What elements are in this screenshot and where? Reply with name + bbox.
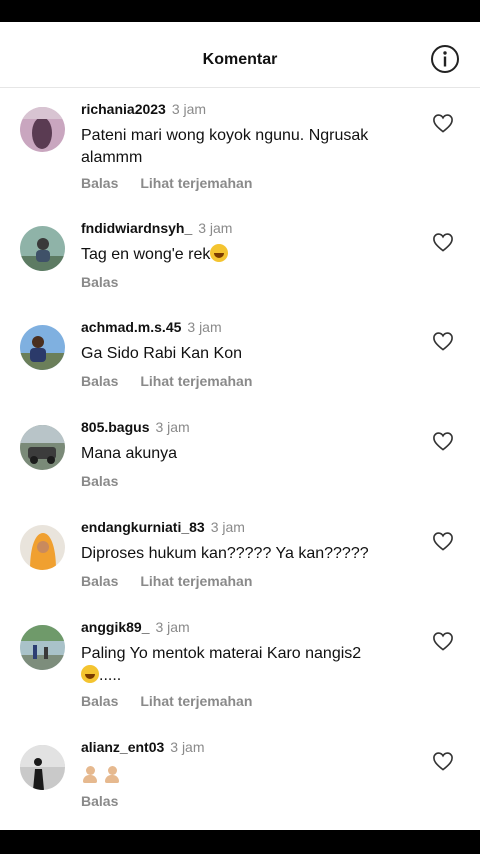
bottom-bar [0,830,480,854]
avatar[interactable] [20,745,65,790]
heart-icon[interactable] [432,631,454,651]
heart-icon[interactable] [432,751,454,771]
username[interactable]: anggik89_ [81,619,149,635]
comment-text: Paling Yo mentok materai Karo nangis2 ..… [81,643,411,687]
username[interactable]: 805.bagus [81,419,149,435]
comment-actions: Balas [81,473,140,489]
heart-icon[interactable] [432,431,454,451]
people-emoji-icon [103,765,121,783]
comment-text: Mana akunya [81,445,178,462]
header: Komentar [0,22,480,88]
comments-screen: Komentar richania20233 jam Pateni mari [0,22,480,830]
see-translation-button[interactable]: Lihat terjemahan [140,693,252,709]
reply-button[interactable]: Balas [81,473,118,489]
comment-header: endangkurniati_83 3 jam [81,519,245,535]
reply-button[interactable]: Balas [81,175,118,191]
heart-icon[interactable] [432,232,454,252]
comment-header: richania2023 3 jam [81,101,206,117]
heart-icon[interactable] [432,113,454,133]
reply-button[interactable]: Balas [81,793,118,809]
see-translation-button[interactable]: Lihat terjemahan [140,175,252,191]
comment-actions: Balas [81,274,140,290]
comment-header: anggik89_ 3 jam [81,619,190,635]
comment-actions: Balas Lihat terjemahan [81,175,274,191]
username[interactable]: achmad.m.s.45 [81,319,181,335]
comment-text: Pateni mari wong koyok ngunu. Ngrusak al… [81,127,369,166]
reply-button[interactable]: Balas [81,373,118,389]
username[interactable]: richania2023 [81,101,166,117]
avatar[interactable] [20,226,65,271]
timestamp: 3 jam [155,619,190,635]
timestamp: 3 jam [187,319,222,335]
comment-actions: Balas [81,793,140,809]
comment-header: 805.bagus 3 jam [81,419,190,435]
timestamp: 3 jam [198,220,233,236]
comment-text-line: ..... [81,665,411,687]
comment-actions: Balas Lihat terjemahan [81,373,274,389]
timestamp: 3 jam [170,739,205,755]
avatar[interactable] [20,325,65,370]
avatar[interactable] [20,425,65,470]
info-icon[interactable] [430,44,460,74]
comment-header: alianz_ent03 3 jam [81,739,205,755]
comment-actions: Balas Lihat terjemahan [81,693,274,709]
avatar[interactable] [20,107,65,152]
comment-text-content: Tag en wong'e rek [81,246,211,263]
comment-actions: Balas Lihat terjemahan [81,573,274,589]
comment-text: Tag en wong'e rek [81,244,411,266]
timestamp: 3 jam [171,101,207,117]
timestamp: 3 jam [210,519,245,535]
comment-header: achmad.m.s.45 3 jam [81,319,222,335]
see-translation-button[interactable]: Lihat terjemahan [140,573,252,589]
see-translation-button[interactable]: Lihat terjemahan [140,373,252,389]
comment-header: fndidwiardnsyh_ 3 jam [81,220,232,236]
reply-button[interactable]: Balas [81,573,118,589]
username[interactable]: fndidwiardnsyh_ [81,220,192,236]
comment-text-line: Paling Yo mentok materai Karo nangis2 [81,645,362,662]
username[interactable]: endangkurniati_83 [81,519,205,535]
people-emoji-icon [81,765,99,783]
comment-text: Diproses hukum kan????? Ya kan????? [81,545,369,562]
username[interactable]: alianz_ent03 [81,739,164,755]
laughing-emoji-icon [210,244,229,262]
reply-button[interactable]: Balas [81,693,118,709]
heart-icon[interactable] [432,531,454,551]
comment-text [81,765,411,790]
comment-text-content: ..... [99,667,122,684]
reply-button[interactable]: Balas [81,274,118,290]
laughing-emoji-icon [81,665,99,683]
timestamp: 3 jam [155,419,190,435]
avatar[interactable] [20,625,65,670]
comment-text: Ga Sido Rabi Kan Kon [81,345,242,362]
avatar[interactable] [20,525,65,570]
page-title: Komentar [202,51,278,68]
heart-icon[interactable] [432,331,454,351]
